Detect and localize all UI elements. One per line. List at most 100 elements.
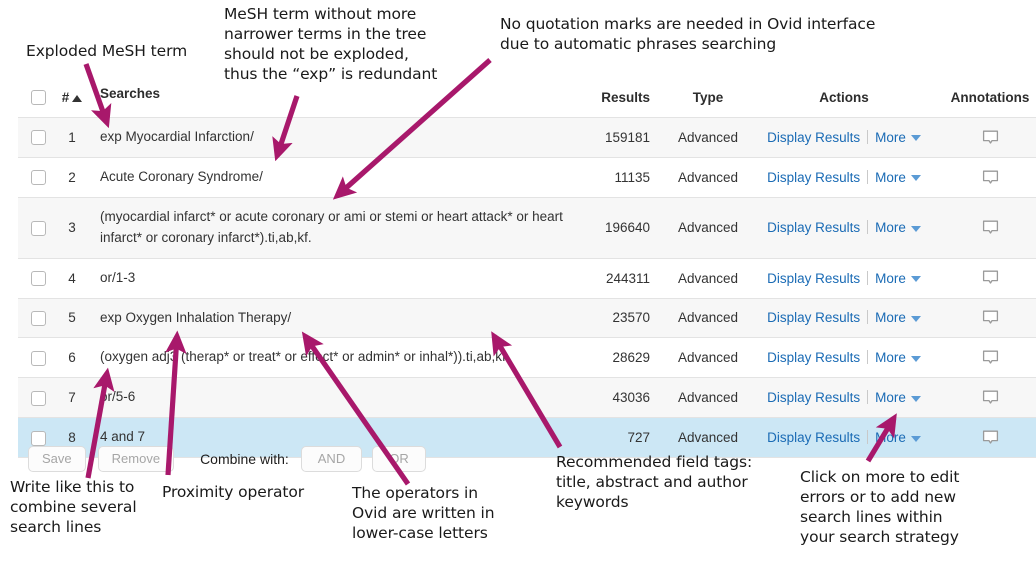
header-number-label: #: [61, 89, 70, 105]
annotation-bubble-icon[interactable]: [982, 310, 999, 325]
chevron-down-icon[interactable]: [910, 276, 921, 282]
more-link[interactable]: More: [875, 271, 906, 286]
chevron-down-icon[interactable]: [910, 135, 921, 142]
actions-divider: [867, 169, 869, 184]
row-checkbox[interactable]: [30, 220, 46, 236]
display-results-link[interactable]: Display Results: [767, 220, 860, 235]
row-select-cell[interactable]: [18, 337, 58, 379]
save-button[interactable]: Save: [28, 446, 86, 472]
combine-or-button[interactable]: OR: [372, 446, 426, 472]
row-select-cell[interactable]: [18, 156, 58, 198]
row-results-count: 28629: [570, 337, 662, 379]
row-number: 2: [58, 156, 86, 198]
table-row[interactable]: 5 exp Oxygen Inhalation Therapy/23570 Adva…: [18, 297, 1036, 339]
select-all-checkbox[interactable]: [30, 89, 46, 105]
row-results-count: 23570: [570, 297, 662, 339]
header-number[interactable]: #: [58, 84, 86, 118]
table-header: # Searches Results Type Actions Annotati…: [18, 84, 1036, 118]
remove-button[interactable]: Remove: [97, 446, 175, 472]
row-checkbox[interactable]: [30, 390, 46, 406]
row-search-type: Advanced: [662, 257, 754, 299]
combine-and-button[interactable]: AND: [300, 446, 363, 472]
row-results-count: 244311: [570, 257, 662, 299]
row-actions: Display Results More: [754, 297, 934, 339]
row-annotation-cell[interactable]: [934, 417, 1036, 459]
actions-divider: [867, 430, 869, 445]
more-link[interactable]: More: [875, 310, 906, 325]
search-history-table-container: # Searches Results Type Actions Annotati…: [18, 84, 1036, 459]
table-row[interactable]: 1 exp Myocardial Infarction/159181 Advance…: [18, 116, 1036, 158]
row-annotation-cell[interactable]: [934, 377, 1036, 419]
table-row[interactable]: 4 or/1-3 244311 Advanced Display Results More: [18, 257, 1036, 299]
more-link[interactable]: More: [875, 220, 906, 235]
row-checkbox[interactable]: [30, 170, 46, 186]
row-results-count: 196640: [570, 196, 662, 259]
table-row[interactable]: 7 or/5-6 43036 Advanced Display Results More: [18, 377, 1036, 419]
chevron-down-icon[interactable]: [910, 175, 921, 182]
header-type[interactable]: Type: [662, 84, 754, 118]
display-results-link[interactable]: Display Results: [767, 390, 860, 405]
row-annotation-cell[interactable]: [934, 156, 1036, 198]
annotation-bubble-icon[interactable]: [982, 390, 999, 405]
annotation-bubble-icon[interactable]: [982, 350, 999, 365]
row-search-type: Advanced: [662, 196, 754, 259]
chevron-down-icon[interactable]: [910, 395, 921, 402]
row-actions: Display Results More: [754, 337, 934, 379]
display-results-link[interactable]: Display Results: [767, 350, 860, 365]
row-checkbox[interactable]: [30, 430, 46, 446]
annotation-bubble-icon[interactable]: [982, 169, 999, 184]
row-select-cell[interactable]: [18, 297, 58, 339]
display-results-link[interactable]: Display Results: [767, 430, 860, 445]
more-link[interactable]: More: [875, 390, 906, 405]
row-annotation-cell[interactable]: [934, 337, 1036, 379]
table-row[interactable]: 3 (myocardial infarct* or acute coronary …: [18, 196, 1036, 259]
header-select-all[interactable]: [18, 84, 58, 118]
chevron-down-icon[interactable]: [910, 435, 921, 442]
header-actions: Actions: [754, 84, 934, 118]
row-select-cell[interactable]: [18, 377, 58, 419]
row-actions: Display Results More: [754, 156, 934, 198]
chevron-down-icon[interactable]: [910, 315, 921, 322]
row-actions: Display Results More: [754, 417, 934, 459]
display-results-link[interactable]: Display Results: [767, 310, 860, 325]
more-link[interactable]: More: [875, 170, 906, 185]
annotation-bubble-icon[interactable]: [982, 430, 999, 445]
header-searches[interactable]: Searches: [86, 84, 570, 118]
table-row[interactable]: 6 (oxygen adj3 (therap* or treat* or effe…: [18, 337, 1036, 379]
row-annotation-cell[interactable]: [934, 116, 1036, 158]
chevron-down-icon[interactable]: [910, 355, 921, 362]
header-results[interactable]: Results: [570, 84, 662, 118]
row-checkbox[interactable]: [30, 130, 46, 146]
row-annotation-cell[interactable]: [934, 196, 1036, 259]
sort-ascending-icon[interactable]: [72, 94, 83, 102]
row-checkbox[interactable]: [30, 271, 46, 287]
row-search-type: Advanced: [662, 377, 754, 419]
row-annotation-cell[interactable]: [934, 257, 1036, 299]
annotation-bubble-icon[interactable]: [982, 219, 999, 234]
more-link[interactable]: More: [875, 430, 906, 445]
more-link[interactable]: More: [875, 350, 906, 365]
row-select-cell[interactable]: [18, 116, 58, 158]
actions-divider: [867, 310, 869, 325]
chevron-down-icon[interactable]: [910, 225, 921, 232]
display-results-link[interactable]: Display Results: [767, 170, 860, 185]
row-checkbox[interactable]: [30, 310, 46, 326]
table-row[interactable]: 2 Acute Coronary Syndrome/11135 Advanced Di…: [18, 156, 1036, 198]
row-results-count: 11135: [570, 156, 662, 198]
display-results-link[interactable]: Display Results: [767, 130, 860, 145]
annotation-bubble-icon[interactable]: [982, 270, 999, 285]
row-checkbox[interactable]: [30, 350, 46, 366]
search-history-toolbar: Save Remove Combine with: AND OR: [28, 446, 436, 472]
more-link[interactable]: More: [875, 130, 906, 145]
row-actions: Display Results More: [754, 377, 934, 419]
row-select-cell[interactable]: [18, 257, 58, 299]
annotation-bubble-icon[interactable]: [982, 129, 999, 144]
table-header-row: # Searches Results Type Actions Annotati…: [18, 84, 1036, 118]
annotation-write-like-this: Write like this to combine several searc…: [10, 478, 137, 537]
display-results-link[interactable]: Display Results: [767, 271, 860, 286]
actions-divider: [867, 220, 869, 235]
row-annotation-cell[interactable]: [934, 297, 1036, 339]
annotation-exploded-mesh: Exploded MeSH term: [26, 42, 188, 60]
row-select-cell[interactable]: [18, 196, 58, 259]
row-search-statement: (myocardial infarct* or acute coronary o…: [86, 196, 570, 259]
